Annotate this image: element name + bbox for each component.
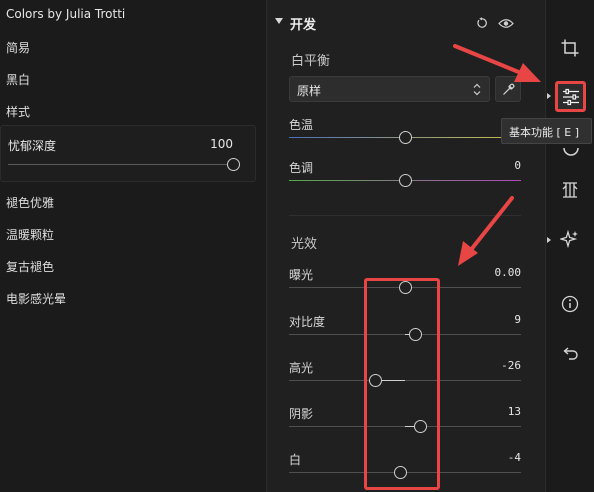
sliders-icon[interactable] <box>555 81 586 112</box>
white-balance-title: 白平衡 <box>291 54 331 69</box>
slider-thumb[interactable] <box>399 131 412 144</box>
tool-tooltip: 基本功能 [ E ] <box>501 118 592 144</box>
section-title: 开发 <box>290 18 317 33</box>
slider-label: 曝光 <box>289 268 314 282</box>
collapse-caret-icon[interactable] <box>275 18 283 24</box>
visibility-eye-icon[interactable] <box>498 18 514 29</box>
slider-label: 对比度 <box>289 315 326 329</box>
active-indicator-icon <box>547 93 551 99</box>
eyedropper-button[interactable] <box>495 76 521 102</box>
slider-label: 色温 <box>289 118 314 132</box>
preset-amount-thumb[interactable] <box>227 158 240 171</box>
updown-chevron-icon <box>473 83 481 96</box>
sparkle-icon[interactable] <box>558 229 580 249</box>
info-icon[interactable] <box>560 294 580 314</box>
preset-item[interactable]: 温暖颗粒 <box>6 226 54 243</box>
tint-slider[interactable]: 色调 0 <box>289 159 521 199</box>
preset-item[interactable]: 样式 <box>6 103 30 120</box>
temp-slider[interactable]: 色温 <box>289 116 521 156</box>
preset-item[interactable]: 电影感光晕 <box>6 290 66 307</box>
slider-value[interactable]: 13 <box>508 405 521 418</box>
slider-label: 阴影 <box>289 407 314 421</box>
grid-detail-icon[interactable] <box>560 180 580 200</box>
light-title: 光效 <box>291 237 318 252</box>
slider-value[interactable]: 0.00 <box>495 266 522 279</box>
preset-pack-title: Colors by Julia Trotti <box>6 7 126 21</box>
presets-panel: Colors by Julia Trotti 简易 黑白 样式 忧郁深度 100… <box>0 0 264 492</box>
preset-item[interactable]: 复古褪色 <box>6 258 54 275</box>
slider-value[interactable]: -26 <box>501 359 521 372</box>
slider-value[interactable]: 0 <box>514 159 521 172</box>
slider-value[interactable]: 9 <box>514 313 521 326</box>
preset-amount-panel: 忧郁深度 100 <box>0 125 256 182</box>
crop-icon[interactable] <box>560 38 580 58</box>
slider-value[interactable]: -4 <box>508 451 521 464</box>
slider-label: 白 <box>289 453 302 467</box>
reset-icon[interactable] <box>476 17 488 29</box>
white-balance-select[interactable]: 原样 <box>289 76 490 102</box>
preset-amount-track[interactable] <box>8 164 230 165</box>
slider-thumb[interactable] <box>399 174 412 187</box>
eyedropper-icon <box>503 83 515 95</box>
preset-item[interactable]: 褪色优雅 <box>6 194 54 211</box>
preset-amount-label: 忧郁深度 <box>8 139 57 153</box>
slider-label: 色调 <box>289 161 314 175</box>
white-balance-select-value: 原样 <box>297 84 322 98</box>
undo-icon[interactable] <box>560 344 580 364</box>
section-divider <box>289 215 521 216</box>
tool-strip <box>547 0 594 492</box>
preset-item[interactable]: 黑白 <box>6 71 30 88</box>
annotation-highlight-box <box>364 278 440 490</box>
preset-amount-value[interactable]: 100 <box>210 137 233 151</box>
slider-label: 高光 <box>289 361 314 375</box>
group-indicator-icon <box>547 237 551 243</box>
section-header-develop[interactable]: 开发 <box>267 12 547 36</box>
preset-item[interactable]: 简易 <box>6 39 30 56</box>
